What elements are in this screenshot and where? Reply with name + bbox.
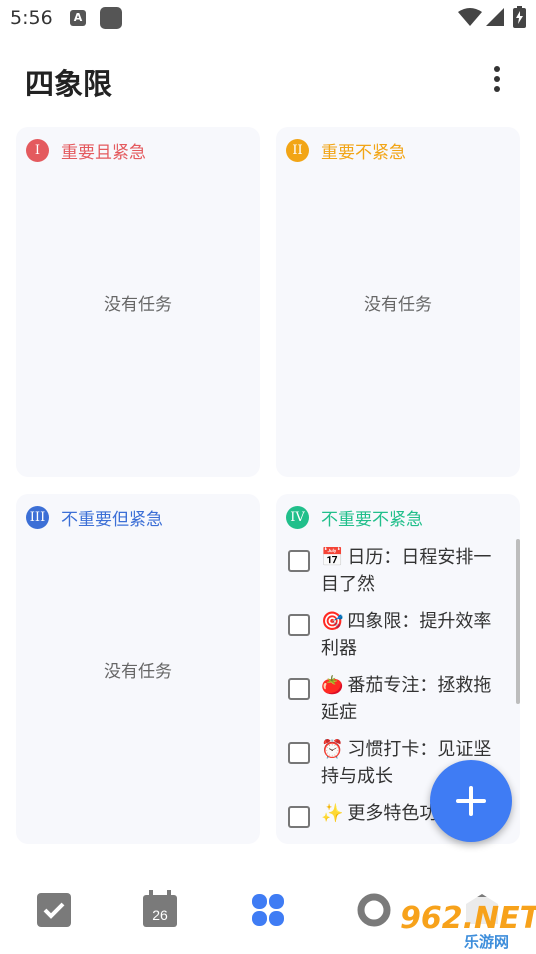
quadrant-badge: III (26, 505, 49, 529)
task-item[interactable]: 🍅 番茄专注：拯救拖延症 (288, 672, 508, 726)
quadrant-header: I 重要且紧急 (26, 138, 146, 163)
notification-a-icon: A (70, 10, 86, 26)
quadrant-label: 不重要不紧急 (321, 509, 423, 530)
task-checkbox[interactable] (288, 742, 310, 764)
watermark: 962.NET 乐游网 (396, 897, 536, 954)
quadrant-important-urgent[interactable]: I 重要且紧急 没有任务 (16, 127, 260, 477)
app-bar: 四象限 (0, 50, 536, 106)
quadrant-badge: IV (286, 505, 309, 529)
empty-state-text: 没有任务 (104, 295, 172, 315)
checkbox-icon (37, 893, 71, 927)
calendar-icon: 26 (143, 890, 177, 927)
four-leaf-icon (252, 894, 284, 926)
quadrant-header: II 重要不紧急 (286, 138, 406, 163)
quadrant-label: 不重要但紧急 (61, 509, 163, 530)
plus-icon-vertical (469, 786, 473, 816)
quadrant-badge: I (26, 138, 49, 162)
calendar-day-label: 26 (152, 907, 168, 923)
battery-icon (513, 6, 526, 28)
quadrant-header: IV 不重要不紧急 (286, 505, 423, 530)
task-checkbox[interactable] (288, 550, 310, 572)
signal-icon (486, 8, 504, 26)
task-item[interactable]: 📅 日历：日程安排一目了然 (288, 544, 508, 598)
tomato-emoji-icon: 🍅 (321, 675, 344, 696)
task-title: 四象限：提升效率利器 (321, 611, 492, 659)
task-title: 日历：日程安排一目了然 (321, 547, 492, 595)
nav-item-quadrant[interactable] (236, 878, 300, 942)
quadrant-important-not-urgent[interactable]: II 重要不紧急 没有任务 (276, 127, 520, 477)
quadrant-header: III 不重要但紧急 (26, 505, 163, 530)
empty-state-text: 没有任务 (104, 662, 172, 682)
task-text: 🍅 番茄专注：拯救拖延症 (321, 672, 507, 726)
sparkles-emoji-icon: ✨ (321, 803, 344, 824)
status-bar: 5:56 A (0, 0, 536, 36)
target-emoji-icon: 🎯 (321, 611, 344, 632)
task-checkbox[interactable] (288, 806, 310, 828)
quadrant-label: 重要不紧急 (321, 142, 406, 163)
more-vert-icon[interactable] (484, 64, 510, 94)
alarm-clock-emoji-icon: ⏰ (321, 739, 344, 760)
task-text: 🎯 四象限：提升效率利器 (321, 608, 507, 662)
task-text: 📅 日历：日程安排一目了然 (321, 544, 507, 598)
add-task-button[interactable] (430, 760, 512, 842)
task-title: 更多特色功 (347, 803, 438, 824)
wifi-icon (458, 8, 482, 26)
nav-item-tasks[interactable] (22, 878, 86, 942)
notification-square-icon (100, 7, 122, 29)
task-checkbox[interactable] (288, 678, 310, 700)
quadrant-not-important-urgent[interactable]: III 不重要但紧急 没有任务 (16, 494, 260, 844)
status-time: 5:56 (10, 7, 53, 29)
empty-state-text: 没有任务 (364, 295, 432, 315)
scrollbar[interactable] (516, 539, 520, 704)
quadrant-label: 重要且紧急 (61, 142, 146, 163)
task-title: 番茄专注：拯救拖延症 (321, 675, 492, 723)
page-title: 四象限 (25, 67, 113, 101)
watermark-text: 乐游网 (464, 933, 510, 951)
quadrant-badge: II (286, 138, 309, 162)
nav-item-calendar[interactable]: 26 (128, 878, 192, 942)
task-checkbox[interactable] (288, 614, 310, 636)
task-item[interactable]: 🎯 四象限：提升效率利器 (288, 608, 508, 662)
calendar-emoji-icon: 📅 (321, 547, 344, 568)
